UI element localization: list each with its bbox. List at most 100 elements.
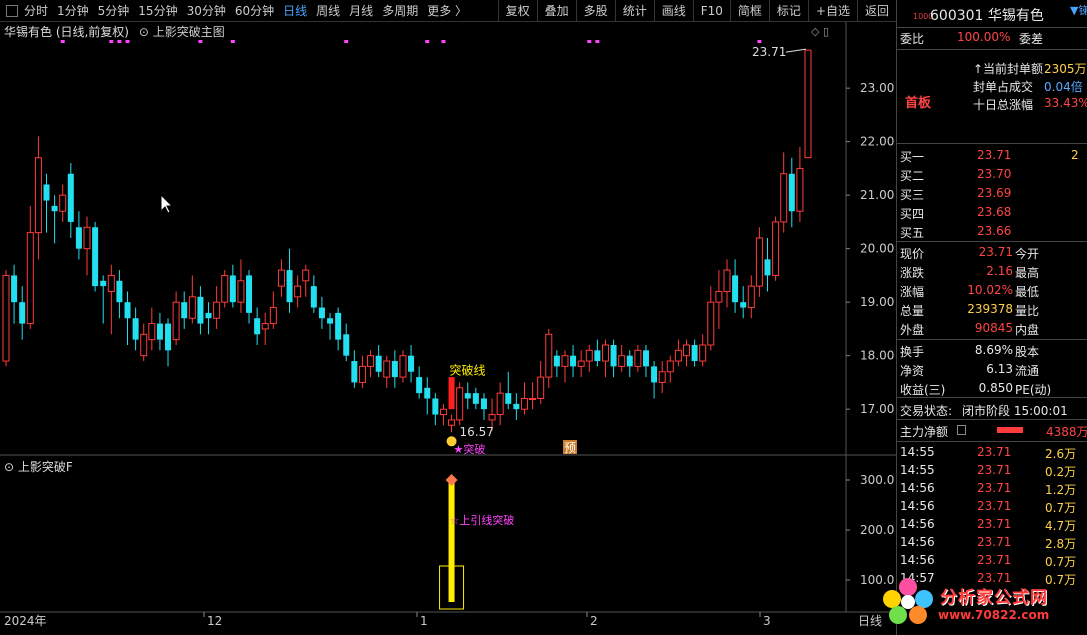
toolbar-button[interactable]: 统计: [614, 0, 654, 22]
signal-diamond-icon: [445, 474, 458, 486]
signal-dot: [587, 40, 592, 43]
signal-bar: [448, 480, 455, 602]
bid-row[interactable]: 买一 23.71 2: [897, 146, 1087, 165]
candle-body: [11, 275, 18, 303]
candle-body: [327, 318, 334, 324]
sector-arrow-icon[interactable]: ▼锑: [1070, 2, 1087, 18]
candle-body: [83, 226, 91, 250]
quote-info-row: 总量 239378 量比: [900, 302, 1040, 318]
stock-code[interactable]: 600301 华锡有色: [930, 5, 1044, 25]
candle-body: [391, 361, 398, 378]
signal-dot: [125, 40, 130, 43]
candle-body: [343, 334, 350, 356]
break-label: ★突破: [454, 442, 486, 456]
chart-controls-icon[interactable]: ◇ ▯: [811, 25, 829, 38]
candle-body: [229, 275, 236, 303]
period-tab[interactable]: 15分钟: [138, 2, 177, 19]
candle-body: [666, 360, 674, 373]
candle-body: [261, 323, 269, 330]
toolbar-button[interactable]: 复权: [497, 0, 537, 22]
y-tick-label: 22.00: [860, 135, 894, 149]
candle-body: [772, 221, 780, 276]
candle-body: [156, 323, 163, 340]
window-icon[interactable]: [6, 4, 18, 17]
period-tab[interactable]: 日线: [283, 2, 307, 19]
candle-body: [75, 227, 82, 249]
period-toolbar: 分时 1分钟 5分钟 15分钟 30分钟 60分钟 日线 周线 月线 多周期 更多 〉 复权 叠加 多股…: [0, 0, 896, 22]
signal-sub-label: ☆上引线突破: [450, 513, 515, 527]
candle-body: [205, 312, 212, 319]
candle-body: [34, 157, 42, 234]
period-tab[interactable]: 5分钟: [98, 2, 130, 19]
bid-row[interactable]: 买二 23.70: [897, 165, 1087, 184]
candle-body: [723, 269, 731, 292]
period-tab[interactable]: 30分钟: [187, 2, 226, 19]
toolbar-button[interactable]: 多股: [575, 0, 615, 22]
y-tick-label: 20.00: [860, 242, 894, 256]
stock-title: 华锡有色 (日线,前复权): [4, 25, 129, 39]
candle-body: [294, 285, 302, 298]
bid-row[interactable]: 买三 23.69: [897, 184, 1087, 203]
candle-body: [286, 270, 293, 303]
trade-row: 14:55 23.71 0.2万: [900, 463, 1077, 479]
chart-title: 华锡有色 (日线,前复权) ⊙ 上影突破主图: [4, 23, 225, 40]
toolbar-button[interactable]: 画线: [653, 0, 693, 22]
fundamental-row: 净资 6.13 流通: [900, 362, 1040, 378]
period-tab[interactable]: 周线: [316, 2, 340, 19]
sub-indicator-title[interactable]: ⊙ 上影突破F: [4, 458, 73, 475]
bid-row[interactable]: 买五 23.66: [897, 222, 1087, 241]
toolbar-button[interactable]: +自选: [807, 0, 857, 22]
trade-row: 14:56 23.71 1.2万: [900, 481, 1077, 497]
candle-body: [472, 393, 479, 404]
period-tab[interactable]: 60分钟: [235, 2, 274, 19]
sub-y-tick-label: 300.0: [860, 473, 894, 487]
list-icon: [957, 425, 966, 435]
trade-row: 14:56 23.71 0.7万: [900, 553, 1077, 569]
period-tab[interactable]: 多周期: [382, 2, 418, 19]
candle-body: [358, 365, 366, 383]
signal-dot: [109, 40, 114, 43]
candle-body: [2, 274, 10, 362]
candle-body: [165, 323, 172, 351]
candle-body: [520, 397, 528, 410]
toolbar-button[interactable]: 标记: [768, 0, 808, 22]
signal-dot: [60, 40, 65, 43]
toolbar-button[interactable]: 返回: [856, 0, 896, 22]
candle-body: [464, 393, 471, 399]
candle-body: [367, 355, 375, 367]
period-tab[interactable]: 更多 〉: [427, 2, 467, 19]
candle-body: [246, 275, 253, 313]
x-tick-label: 2024年: [4, 614, 47, 628]
indicator-name[interactable]: ⊙ 上影突破主图: [139, 25, 225, 39]
period-tab[interactable]: 月线: [349, 2, 373, 19]
quote-info-row: 外盘 90845 内盘: [900, 321, 1040, 337]
mouse-cursor-icon: [160, 193, 174, 214]
toolbar-button[interactable]: 叠加: [536, 0, 576, 22]
candle-body: [658, 371, 666, 383]
candle-body: [254, 318, 261, 335]
y-tick-label: 19.00: [860, 295, 894, 309]
signal-dot: [117, 40, 122, 43]
toolbar-button[interactable]: 简框: [729, 0, 769, 22]
candle-body: [488, 414, 496, 421]
candle-body: [740, 302, 747, 308]
toolbar-button[interactable]: F10: [692, 0, 730, 22]
period-tab[interactable]: 分时: [24, 2, 48, 19]
high-price-label: 23.71: [752, 45, 786, 59]
breakline-label: 突破线: [450, 362, 486, 377]
candle-body: [618, 355, 626, 367]
candle-body: [59, 194, 67, 212]
candle-body: [399, 355, 407, 378]
candle-body: [755, 237, 763, 287]
period-tab[interactable]: 1分钟: [57, 2, 89, 19]
bid-row[interactable]: 买四 23.68: [897, 203, 1087, 222]
candle-body: [43, 184, 50, 201]
candle-body: [537, 376, 545, 399]
candle-body: [318, 307, 325, 319]
candle-body: [188, 296, 196, 319]
x-tick-label: 12: [207, 614, 222, 628]
y-tick-label: 21.00: [860, 188, 894, 202]
candle-body: [107, 274, 115, 292]
candle-body: [570, 355, 577, 367]
kline-chart[interactable]: 23.00 22.00 21.00 20.00 19.00 18.00 17.00 300.0…: [0, 0, 896, 635]
